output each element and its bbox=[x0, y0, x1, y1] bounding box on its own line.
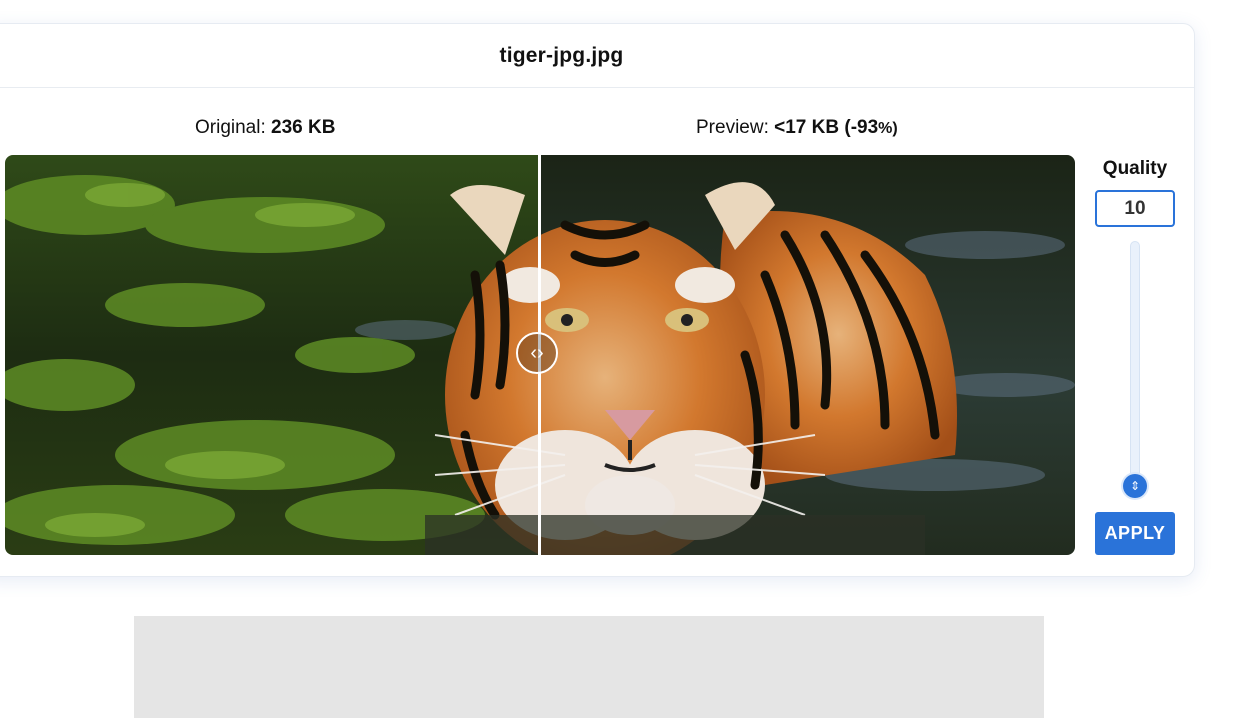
quality-title: Quality bbox=[1102, 158, 1168, 179]
apply-button[interactable]: APPLY bbox=[1095, 512, 1175, 555]
preview-size-label: Preview: <17 KB (-93%) bbox=[696, 117, 898, 139]
original-size-label: Original: 236 KB bbox=[195, 117, 335, 139]
preview-size-value: <17 KB (-93 bbox=[774, 117, 879, 138]
ad-placeholder bbox=[134, 616, 1044, 718]
card-header: tiger-jpg.jpg bbox=[0, 24, 1194, 88]
left-right-chevrons-icon: ‹› bbox=[530, 342, 544, 364]
image-compare-viewer[interactable]: ‹› bbox=[5, 155, 1075, 555]
original-size-value: 236 KB bbox=[271, 117, 336, 138]
quality-slider-thumb[interactable]: ⇕ bbox=[1123, 474, 1147, 498]
quality-panel: Quality ⇕ APPLY bbox=[1093, 155, 1177, 565]
preview-size-pct: %) bbox=[878, 120, 898, 137]
compare-handle[interactable]: ‹› bbox=[516, 332, 558, 374]
quality-slider-track[interactable] bbox=[1130, 241, 1140, 487]
original-prefix: Original: bbox=[195, 117, 272, 138]
up-down-icon: ⇕ bbox=[1129, 479, 1141, 493]
preview-prefix: Preview: bbox=[696, 117, 775, 138]
quality-input[interactable] bbox=[1095, 190, 1175, 227]
compare-card: tiger-jpg.jpg Original: 236 KB Preview: … bbox=[0, 23, 1195, 577]
file-name: tiger-jpg.jpg bbox=[499, 43, 624, 67]
